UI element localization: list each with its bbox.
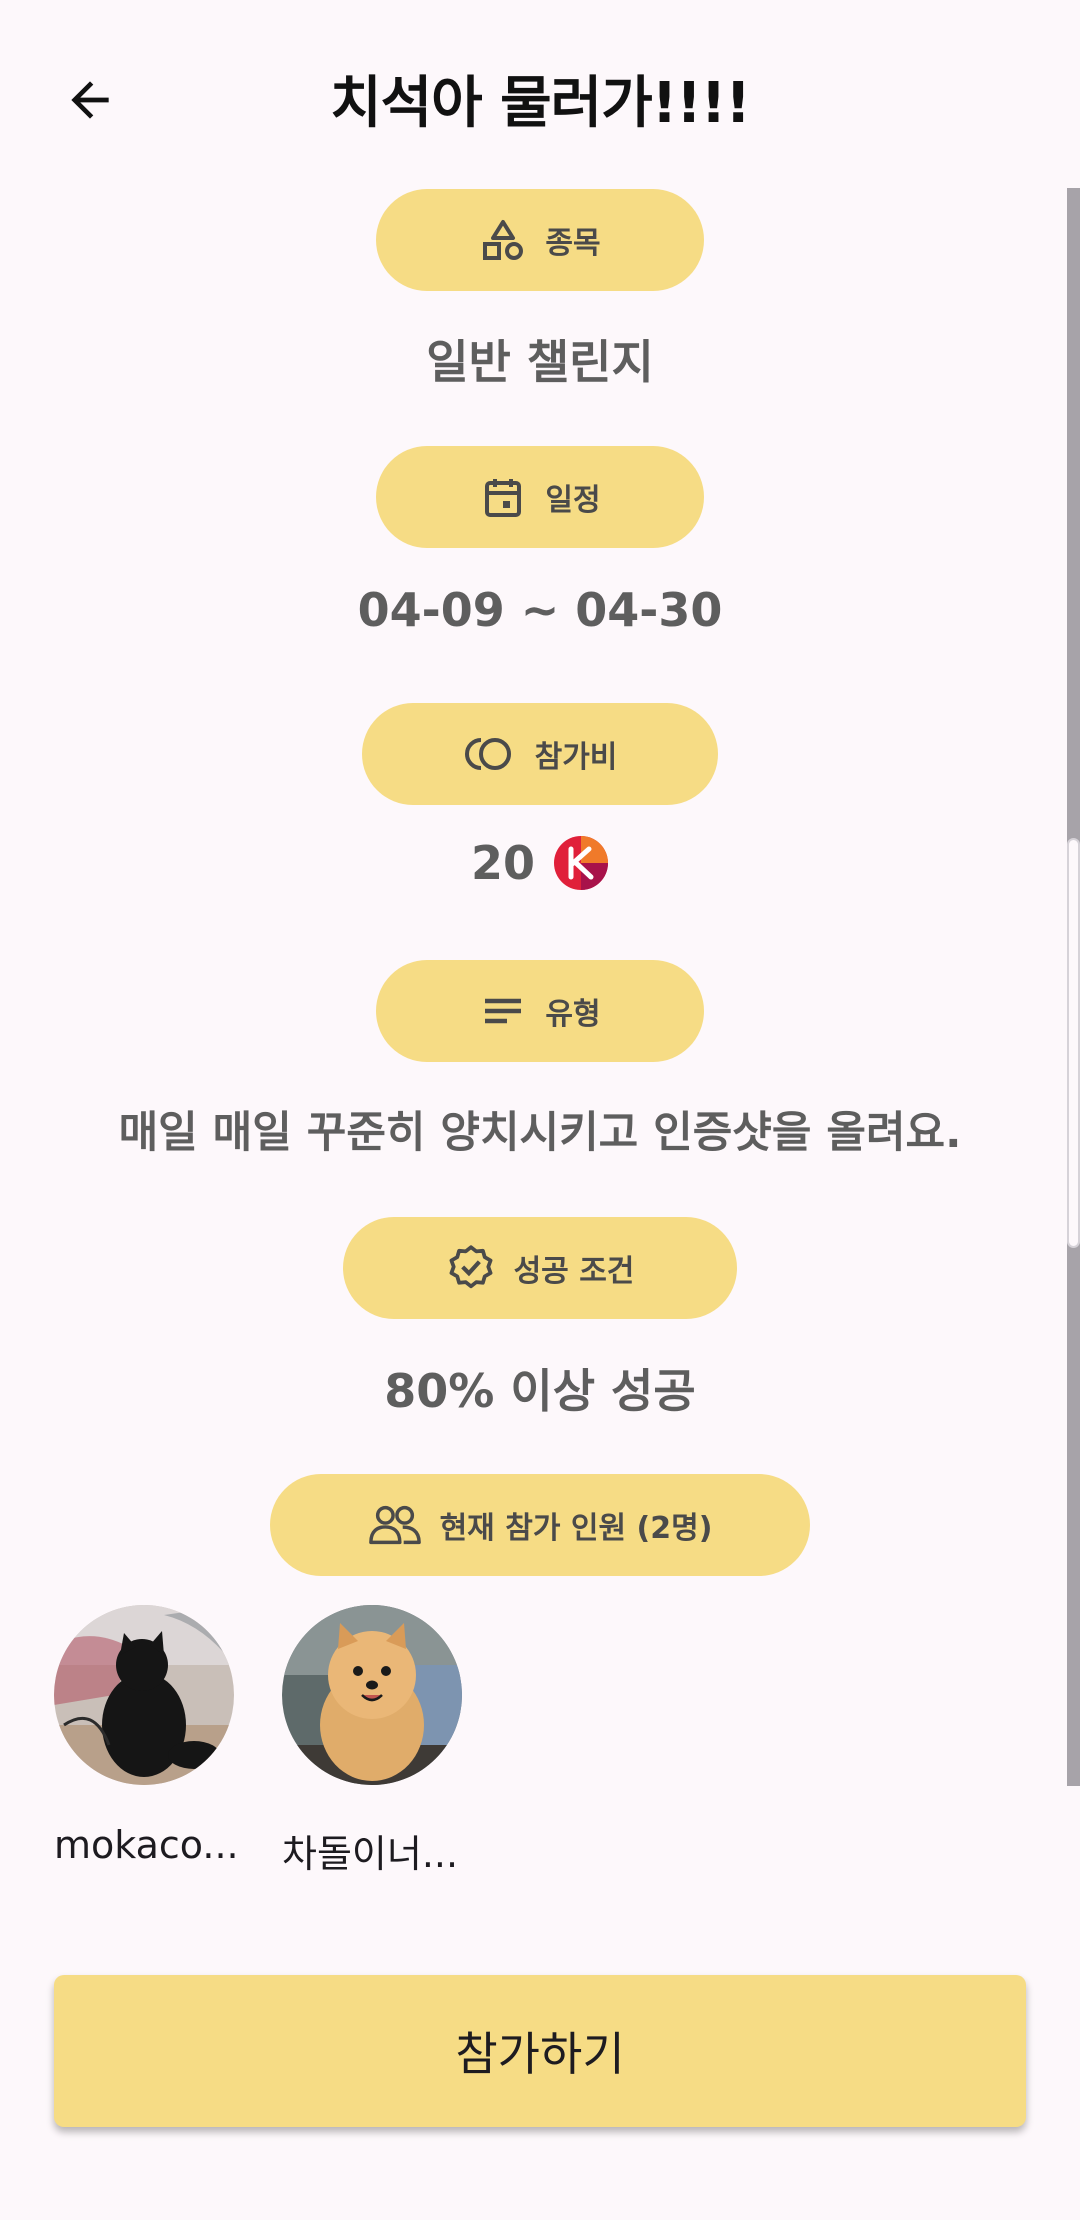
coins-icon: [464, 738, 511, 770]
fee-chip: 참가비: [362, 703, 718, 805]
participants-label: 현재 참가 인원 (2명): [439, 1511, 713, 1546]
challenge-detail-screen: 치석아 물러가!!!! 종목 일반 챌린지 일정 04-09 ~ 04-30 참…: [0, 0, 1080, 2220]
category-label: 종목: [545, 226, 601, 261]
avatar[interactable]: [54, 1605, 234, 1785]
participant-item[interactable]: mokaco...: [54, 1605, 239, 1867]
avatar[interactable]: [282, 1605, 462, 1785]
schedule-label: 일정: [545, 483, 601, 518]
verified-badge-icon: [449, 1245, 493, 1289]
success-value: 80% 이상 성공: [384, 1364, 696, 1418]
schedule-chip: 일정: [376, 446, 704, 548]
page-title: 치석아 물러가!!!!: [330, 71, 751, 136]
calendar-icon: [485, 479, 522, 517]
notes-icon: [485, 998, 522, 1024]
shapes-icon: [483, 220, 524, 260]
category-chip: 종목: [376, 189, 704, 291]
participant-name: 차돌이너...: [282, 1832, 459, 1876]
join-button[interactable]: 참가하기: [54, 1975, 1026, 2127]
scrollbar-thumb[interactable]: [1067, 838, 1080, 1248]
participant-name: mokaco...: [54, 1823, 239, 1867]
fee-label: 참가비: [534, 740, 618, 775]
type-chip: 유형: [376, 960, 704, 1062]
pomeranian-photo: [282, 1605, 462, 1785]
type-label: 유형: [545, 997, 601, 1032]
participant-item[interactable]: 차돌이너...: [282, 1605, 462, 1878]
fee-value-row: 20: [0, 835, 1080, 891]
success-chip: 성공 조건: [343, 1217, 737, 1319]
category-value: 일반 챌린지: [426, 335, 654, 389]
k-coin-icon: [554, 836, 608, 890]
success-label: 성공 조건: [513, 1254, 635, 1289]
schedule-value: 04-09 ~ 04-30: [357, 583, 723, 637]
black-cat-photo: [54, 1605, 234, 1785]
participants-chip: 현재 참가 인원 (2명): [270, 1474, 810, 1576]
app-bar: 치석아 물러가!!!!: [0, 0, 1080, 190]
fee-value: 20: [470, 836, 535, 890]
type-value: 매일 매일 꾸준히 양치시키고 인증샷을 올려요.: [118, 1108, 962, 1158]
group-icon: [368, 1505, 421, 1545]
